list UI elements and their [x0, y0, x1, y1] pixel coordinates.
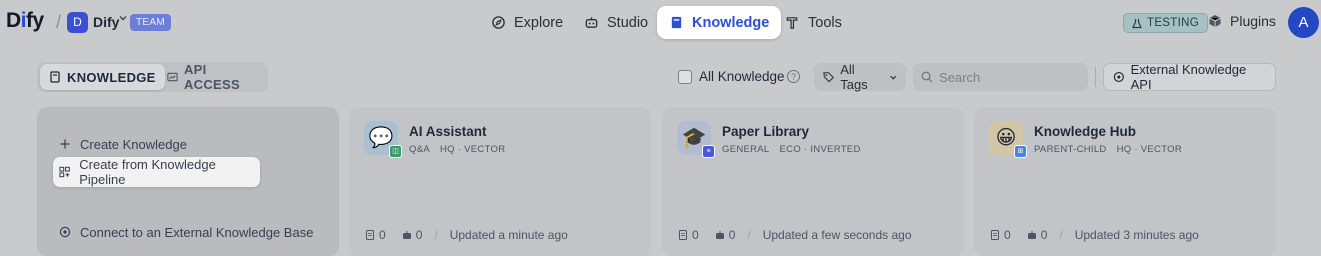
app-count: 0: [415, 228, 423, 242]
tab-api-access-label: API ACCESS: [183, 62, 240, 92]
knowledge-footer: 0 0 / Updated a few seconds ago: [678, 228, 912, 242]
create-from-pipeline-label: Create from Knowledge Pipeline: [79, 157, 216, 187]
parent-child-type-icon: ⊞: [1014, 145, 1027, 158]
knowledge-footer: 0 0 / Updated a minute ago: [365, 228, 568, 242]
document-count: 0: [1004, 228, 1011, 242]
knowledge-tags: PARENT-CHILD HQ · VECTOR: [1034, 144, 1192, 155]
toolbar-divider: [1095, 67, 1096, 87]
flask-icon: [1132, 18, 1142, 28]
tab-knowledge-label: KNOWLEDGE: [67, 69, 156, 85]
nav-explore[interactable]: Explore: [479, 6, 575, 39]
knowledge-footer: 0 0 / Updated 3 minutes ago: [990, 228, 1199, 242]
api-icon: [167, 72, 178, 82]
plus-icon: [60, 139, 70, 149]
footer-separator: /: [1059, 228, 1063, 242]
knowledge-card[interactable]: 😀 ⊞ Knowledge Hub PARENT-CHILD HQ · VECTO…: [974, 107, 1276, 256]
workspace-avatar[interactable]: D: [67, 12, 88, 33]
updated-time: Updated 3 minutes ago: [1074, 228, 1199, 242]
nav-studio-label: Studio: [607, 14, 649, 31]
knowledge-name: Knowledge Hub: [1034, 124, 1136, 139]
search-icon: [921, 71, 933, 83]
create-from-pipeline-button[interactable]: Create from Knowledge Pipeline: [53, 157, 260, 187]
all-knowledge-checkbox[interactable]: [678, 70, 692, 84]
testing-badge[interactable]: TESTING: [1123, 13, 1208, 33]
nav-knowledge[interactable]: Knowledge: [657, 6, 782, 39]
compass-icon: [492, 16, 505, 29]
knowledge-type-tag: Q&A: [409, 144, 430, 155]
hammer-icon: [786, 17, 798, 29]
all-knowledge-label[interactable]: All Knowledge: [699, 69, 785, 84]
document-count: 0: [692, 228, 699, 242]
nav-studio[interactable]: Studio: [572, 6, 660, 39]
nav-tools[interactable]: Tools: [773, 6, 854, 39]
document-icon: [679, 230, 687, 240]
updated-time: Updated a minute ago: [449, 228, 568, 242]
search-input[interactable]: [939, 69, 1079, 85]
knowledge-card[interactable]: 🎓 ≡ Paper Library GENERAL ECO · INVERTED …: [662, 107, 964, 256]
search-box: [913, 63, 1088, 91]
connect-icon: [1113, 71, 1124, 83]
footer-separator: /: [434, 228, 438, 242]
dify-logo[interactable]: Dify: [6, 9, 44, 33]
chevron-down-icon: [889, 75, 896, 80]
robot-icon: [585, 17, 598, 28]
document-icon: [991, 230, 999, 240]
knowledge-tabs: KNOWLEDGE API ACCESS: [37, 62, 268, 92]
smiley-icon: 😀: [995, 127, 1017, 149]
external-knowledge-api-label: External Knowledge API: [1130, 62, 1247, 92]
connect-external-kb-label: Connect to an External Knowledge Base: [80, 224, 314, 240]
chevron-down-icon[interactable]: [118, 13, 128, 26]
team-badge: TEAM: [130, 14, 171, 31]
footer-separator: /: [747, 228, 751, 242]
create-knowledge-label: Create Knowledge: [80, 136, 187, 152]
breadcrumb-separator: /: [56, 12, 62, 32]
nav-knowledge-label: Knowledge: [692, 14, 770, 31]
connect-icon: [59, 226, 71, 238]
knowledge-icon: 💬 ◫: [364, 121, 402, 158]
knowledge-index-tag: ECO · INVERTED: [779, 144, 861, 155]
knowledge-tags: Q&A HQ · VECTOR: [409, 144, 515, 155]
create-knowledge-button[interactable]: Create Knowledge: [53, 129, 193, 159]
robot-icon: [402, 231, 411, 239]
document-count: 0: [379, 228, 386, 242]
nav-tools-label: Tools: [808, 14, 842, 31]
knowledge-card[interactable]: 💬 ◫ AI Assistant Q&A HQ · VECTOR 0 0 / Up…: [349, 107, 651, 256]
tab-api-access[interactable]: API ACCESS: [158, 62, 268, 92]
book-icon: [671, 16, 682, 29]
connect-external-kb-button[interactable]: Connect to an External Knowledge Base: [53, 217, 319, 247]
plugins-button[interactable]: Plugins: [1208, 13, 1276, 29]
general-type-icon: ≡: [702, 145, 715, 158]
app-count: 0: [1040, 228, 1048, 242]
pipeline-icon: [59, 166, 70, 178]
knowledge-index-tag: HQ · VECTOR: [439, 144, 506, 155]
app-count: 0: [728, 228, 736, 242]
top-header: Dify / D Dify TEAM Explore Studio Knowle…: [0, 0, 1321, 46]
external-knowledge-api-button[interactable]: External Knowledge API: [1103, 62, 1276, 92]
cube-icon: [1209, 15, 1221, 27]
tags-filter[interactable]: All Tags: [814, 62, 906, 92]
knowledge-name: Paper Library: [722, 124, 810, 139]
knowledge-type-tag: PARENT-CHILD: [1034, 144, 1107, 155]
knowledge-icon: 🎓 ≡: [677, 121, 715, 158]
testing-label: TESTING: [1147, 17, 1199, 29]
knowledge-name: AI Assistant: [409, 124, 487, 139]
robot-icon: [715, 231, 724, 239]
knowledge-icon: 😀 ⊞: [989, 121, 1027, 158]
qa-type-icon: ◫: [389, 145, 402, 158]
document-icon: [366, 230, 374, 240]
updated-time: Updated a few seconds ago: [762, 228, 912, 242]
tags-filter-label: All Tags: [840, 62, 868, 92]
workspace-name[interactable]: Dify: [93, 14, 119, 30]
knowledge-type-tag: GENERAL: [722, 144, 770, 155]
book-icon: [50, 71, 60, 83]
knowledge-index-tag: HQ · VECTOR: [1116, 144, 1182, 155]
tab-knowledge[interactable]: KNOWLEDGE: [40, 64, 165, 90]
user-avatar[interactable]: A: [1288, 7, 1319, 38]
robot-icon: [1027, 231, 1036, 239]
plugins-label: Plugins: [1230, 13, 1276, 29]
help-icon[interactable]: ?: [787, 70, 800, 83]
tag-icon: [823, 72, 835, 83]
knowledge-tags: GENERAL ECO · INVERTED: [722, 144, 871, 155]
nav-explore-label: Explore: [514, 14, 564, 31]
